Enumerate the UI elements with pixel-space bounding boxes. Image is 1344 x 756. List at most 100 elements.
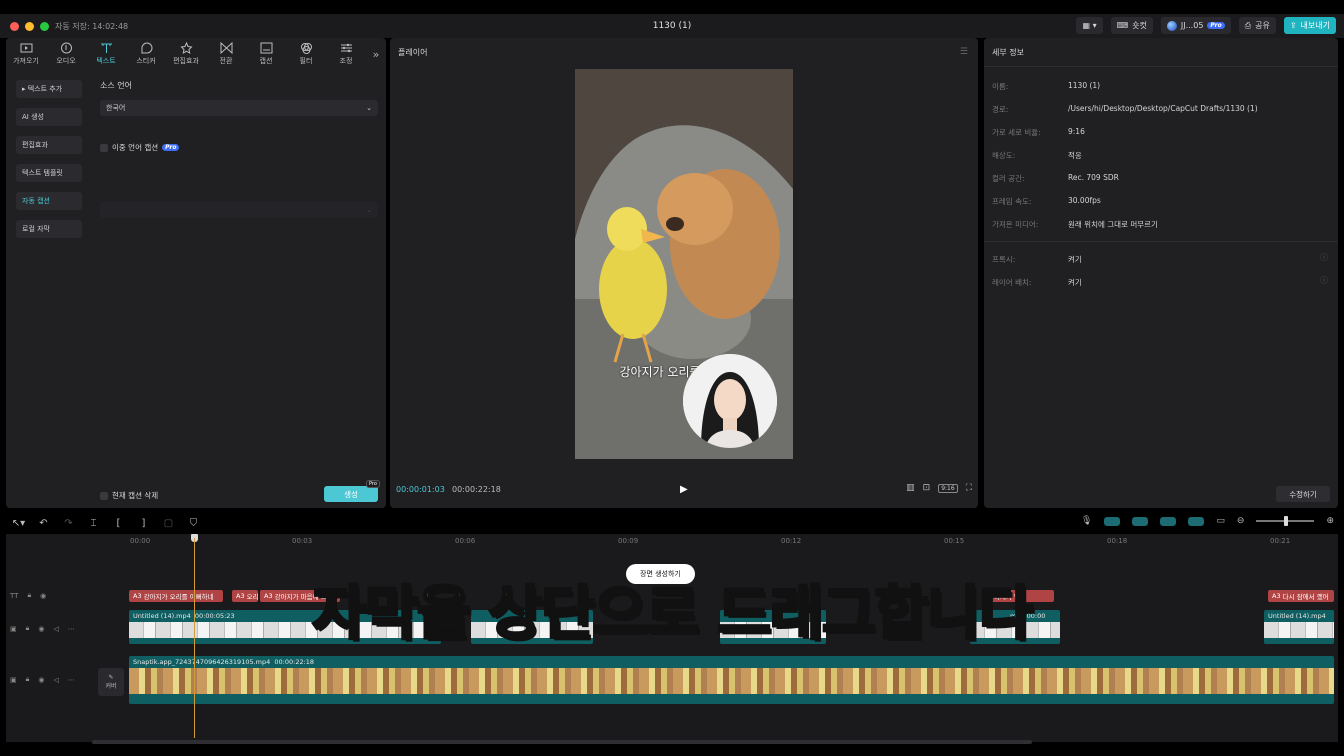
delete-current-checkbox[interactable] <box>100 491 108 500</box>
ruler-tick: 00:06 <box>455 537 476 545</box>
layout-button[interactable]: ▦ ▾ <box>1076 17 1103 34</box>
avatar <box>1166 20 1177 31</box>
timeline-toolbar: ↖▾ ↶ ↷ ⌶ [ ] ▢ ⛉ 🎙 ▭ ⊖ ⊕ <box>6 512 1338 534</box>
main-video-clip[interactable]: Snaptik.app_7243747096426319105.mp4 00:0… <box>129 656 1334 704</box>
preview-axis-toggle[interactable] <box>1188 516 1205 526</box>
ruler-tick: 00:00 <box>130 537 151 545</box>
bilingual-language-select: ⌄ <box>100 202 378 218</box>
ruler-tick: 00:03 <box>292 537 313 545</box>
microphone-icon[interactable]: 🎙 <box>1081 516 1092 526</box>
detail-value: /Users/hi/Desktop/Desktop/CapCut Drafts/… <box>1068 104 1258 113</box>
caption-preview-icon[interactable]: ▭ <box>1216 516 1225 526</box>
tool-import[interactable]: 가져오기 <box>6 38 46 70</box>
more-tools-icon[interactable]: » <box>366 38 386 70</box>
detail-key: 레이어 배치: <box>992 278 1032 287</box>
close-window-button[interactable] <box>10 21 19 31</box>
undo-icon[interactable]: ↶ <box>31 518 56 529</box>
details-panel: 세부 정보 이름: 1130 (1) 경로: /Users/hi/Desktop/D… <box>984 38 1338 508</box>
tool-label: 전환 <box>219 57 233 65</box>
generate-button[interactable]: 생성 <box>324 486 378 502</box>
auto-caption-panel: 소스 언어 한국어 ⌄ 이중 언어 캡션 Pro ⌄ 현재 캡션 삭제 생성 P… <box>98 76 381 506</box>
ruler-tick: 00:21 <box>1270 537 1291 545</box>
split-right-icon[interactable]: ] <box>131 518 156 529</box>
share-button[interactable]: ⎙ 공유 <box>1238 17 1276 34</box>
sidebar-item-text-template[interactable]: 텍스트 템플릿 <box>16 164 82 182</box>
zoom-slider-handle[interactable] <box>1284 516 1289 526</box>
safe-area-icon[interactable]: ▥ <box>906 483 915 493</box>
split-icon[interactable]: ⌶ <box>81 518 106 529</box>
tool-caption[interactable]: 캡션 <box>246 38 286 70</box>
source-language-select[interactable]: 한국어 ⌄ <box>100 100 378 116</box>
tool-label: 텍스트 <box>96 57 116 65</box>
mute-icon[interactable]: ◁ <box>53 676 58 684</box>
tool-text[interactable]: 텍스트 <box>86 38 126 70</box>
play-button[interactable]: ▶ <box>680 484 688 495</box>
zoom-out-icon[interactable]: ⊖ <box>1237 516 1245 526</box>
delete-current-label: 현재 캡션 삭제 <box>112 491 159 500</box>
sidebar-item-effects[interactable]: 편집효과 <box>16 136 82 154</box>
export-button[interactable]: ⇪ 내보내기 <box>1283 17 1336 34</box>
detail-value: 1130 (1) <box>1068 81 1101 90</box>
delete-icon[interactable]: ▢ <box>156 518 181 529</box>
main-track-header: ▣ 🔒︎ ◉ ◁ ⋯ <box>10 675 75 684</box>
shortcut-button[interactable]: ⌨ 숏컷 <box>1110 17 1153 34</box>
minimize-window-button[interactable] <box>25 21 34 31</box>
pencil-icon: ✎ <box>108 674 114 681</box>
bilingual-label: 이중 언어 캡션 <box>112 143 159 152</box>
tool-adjust[interactable]: 조정 <box>326 38 366 70</box>
tool-label: 스티커 <box>136 57 156 65</box>
details-title: 세부 정보 <box>992 48 1024 57</box>
tool-effects[interactable]: 편집효과 <box>166 38 206 70</box>
ruler-tick: 00:12 <box>781 537 802 545</box>
sidebar-item-ai-generate[interactable]: AI 생성 <box>16 108 82 126</box>
bilingual-checkbox[interactable] <box>100 143 108 152</box>
zoom-window-button[interactable] <box>40 21 49 31</box>
link-toggle[interactable] <box>1104 516 1121 526</box>
aspect-ratio-button[interactable]: 9:16 <box>938 483 958 493</box>
sidebar-item-auto-caption[interactable]: 자동 캡션 <box>16 192 82 210</box>
redo-icon[interactable]: ↷ <box>56 518 81 529</box>
select-tool-icon[interactable]: ↖▾ <box>6 518 31 529</box>
divider <box>984 66 1338 67</box>
detail-key: 프록시: <box>992 255 1016 264</box>
detail-row: 이름: 1130 (1) <box>992 81 1100 92</box>
account-button[interactable]: JJ...05 Pro <box>1160 17 1231 34</box>
tool-transition[interactable]: 전환 <box>206 38 246 70</box>
detail-key: 컬러 공간: <box>992 174 1025 183</box>
timeline-scrollbar[interactable] <box>92 740 1032 744</box>
fullscreen-icon[interactable]: ⛶ <box>966 483 972 493</box>
sidebar-item-local-subtitle[interactable]: 로컬 자막 <box>16 220 82 238</box>
detail-key: 프레임 속도: <box>992 197 1032 206</box>
share-label: 공유 <box>1255 21 1270 30</box>
tool-audio[interactable]: 오디오 <box>46 38 86 70</box>
menu-icon[interactable]: ☰ <box>960 47 968 57</box>
zoom-slider[interactable] <box>1256 516 1315 526</box>
current-time: 00:00:01:03 <box>396 485 445 494</box>
caption-icon <box>260 42 272 54</box>
split-left-icon[interactable]: [ <box>106 518 131 529</box>
detail-row: 해상도: 적응 <box>992 150 1082 161</box>
marker-icon[interactable]: ⛉ <box>181 518 206 529</box>
sidebar-item-add-text[interactable]: ▸ 텍스트 추가 <box>16 80 82 98</box>
tool-sticker[interactable]: 스티커 <box>126 38 166 70</box>
video-preview[interactable]: 강아지가 오리를 이뻐하네 <box>575 69 793 459</box>
edit-button[interactable]: 수정하기 <box>1276 486 1330 502</box>
time-ruler[interactable]: 00:00 00:03 00:06 00:09 00:12 00:15 00:1… <box>128 534 1338 548</box>
help-icon[interactable]: ⓘ <box>1320 252 1328 263</box>
tool-filter[interactable]: 필터 <box>286 38 326 70</box>
detail-value: 켜기 <box>1068 278 1082 287</box>
zoom-fit-icon[interactable]: ⊕ <box>1326 516 1334 526</box>
snap-toggle[interactable] <box>1132 516 1149 526</box>
cover-button[interactable]: ✎ 커버 <box>98 668 124 696</box>
import-icon <box>20 43 32 53</box>
tool-label: 조정 <box>339 57 353 65</box>
lock-icon[interactable]: 🔒︎ <box>26 675 30 684</box>
detail-key: 이름: <box>992 82 1009 91</box>
help-icon[interactable]: ⓘ <box>1320 275 1328 286</box>
screenshot-icon[interactable]: ⊡ <box>923 483 931 493</box>
user-name: JJ...05 <box>1180 21 1204 30</box>
divider <box>984 241 1338 242</box>
more-icon[interactable]: ⋯ <box>68 676 75 684</box>
linkage-toggle[interactable] <box>1160 516 1177 526</box>
eye-icon[interactable]: ◉ <box>38 676 44 684</box>
